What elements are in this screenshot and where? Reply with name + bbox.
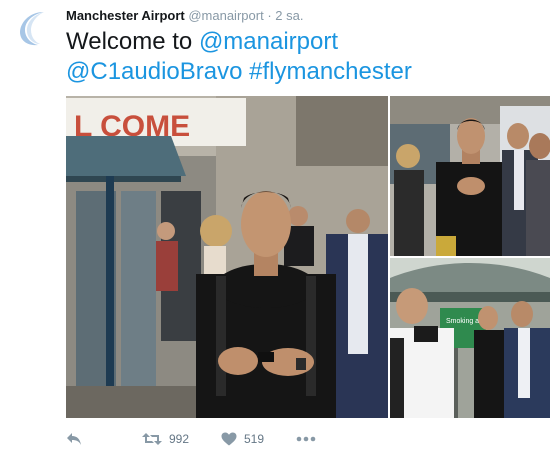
tweet-text-start: Welcome to [66, 28, 199, 55]
hashtag-flymanchester[interactable]: #flymanchester [249, 58, 412, 85]
photo-main[interactable]: L COME [66, 96, 388, 418]
tweet-text: Welcome to @manairport @C1audioBravo #fly… [66, 27, 536, 87]
like-count: 519 [244, 432, 265, 446]
timestamp[interactable]: 2 sa. [275, 8, 303, 23]
avatar-logo-icon [20, 12, 44, 46]
retweet-count: 992 [169, 432, 190, 446]
author-name[interactable]: Manchester Airport [66, 8, 185, 23]
separator-dot: · [267, 8, 272, 23]
reply-icon [67, 433, 81, 445]
tweet-actions: 992 519 [66, 428, 536, 450]
author-handle[interactable]: @manairport [188, 8, 263, 23]
photo-bottom-right[interactable]: Smoking area [390, 258, 550, 418]
mention-manairport[interactable]: @manairport [199, 28, 338, 55]
reply-button[interactable] [66, 428, 82, 450]
heart-icon [221, 432, 237, 446]
retweet-icon [142, 433, 162, 445]
more-icon [296, 436, 316, 442]
more-button[interactable] [296, 428, 316, 450]
like-button[interactable]: 519 [221, 428, 264, 450]
mention-claudiobravo[interactable]: @C1audioBravo [66, 58, 242, 85]
retweet-button[interactable]: 992 [142, 428, 189, 450]
avatar[interactable] [14, 8, 54, 48]
media-grid: L COME Smoking area [66, 96, 550, 418]
photo-top-right[interactable] [390, 96, 550, 256]
tweet-header: Manchester Airport @manairport · 2 sa. [66, 8, 303, 24]
